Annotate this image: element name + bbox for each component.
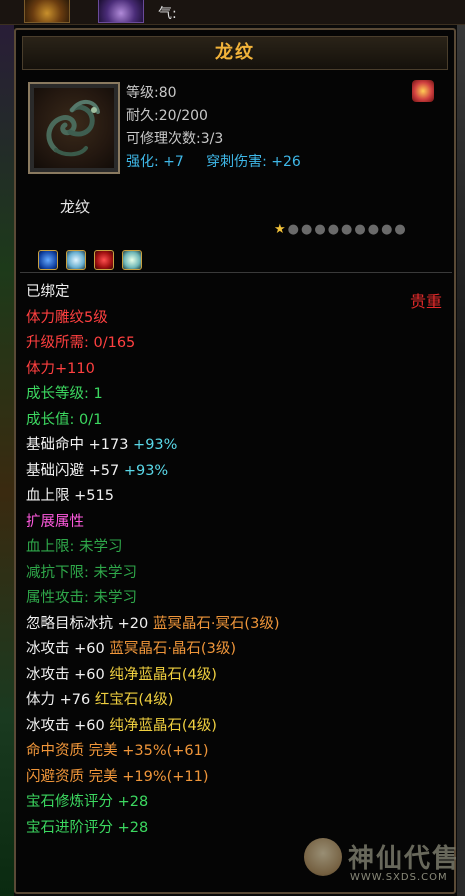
item-icon-frame (28, 82, 120, 174)
attribute-row: 成长等级: 1 (26, 382, 446, 408)
star-rating: ★●●●●●●●●● (274, 222, 408, 237)
star-empty-icon: ● (367, 222, 382, 237)
attribute-text: 冰攻击 +60 (26, 717, 105, 734)
attribute-row: 基础命中 +173 +93% (26, 433, 446, 459)
attribute-row: 冰攻击 +60 纯净蓝晶石(4级) (26, 663, 446, 689)
attribute-extra: +93% (119, 462, 169, 479)
red-gem-icon[interactable] (94, 250, 115, 270)
attribute-text: 成长等级: 1 (26, 386, 103, 402)
mascot-logo-icon (304, 838, 342, 876)
attribute-text: 宝石进阶评分 +28 (26, 819, 149, 836)
skill-icon[interactable] (24, 0, 70, 23)
attribute-extra: +19%(+11) (117, 768, 209, 785)
attribute-row: 已绑定 (26, 280, 446, 306)
attribute-row: 体力雕纹5级 (26, 306, 446, 332)
star-empty-icon: ● (394, 222, 408, 237)
attribute-row: 体力 +76 红宝石(4级) (26, 688, 446, 714)
blue-gem-icon[interactable] (38, 250, 58, 270)
attribute-row: 升级所需: 0/165 (26, 331, 446, 357)
divider (20, 272, 452, 273)
item-header: 等级:80 耐久:20/200 可修理次数:3/3 强化: +7 穿刺伤害: +… (22, 72, 448, 311)
level-text: 等级:80 (126, 85, 177, 101)
attribute-extra: 纯净蓝晶石(4级) (104, 717, 217, 734)
enhance-value: +7 (163, 154, 184, 170)
qi-label: 气: (158, 6, 177, 22)
top-bar: 气: (0, 0, 465, 25)
watermark-brand: 神仙代售 (348, 844, 461, 874)
attribute-text: 升级所需: 0/165 (26, 335, 136, 351)
watermark-url: WWW.SXDS.COM (350, 872, 448, 883)
star-empty-icon: ● (341, 222, 355, 237)
item-subname: 龙纹 (60, 198, 91, 216)
durability-text: 耐久:20/200 (126, 108, 208, 124)
attribute-extra: +93% (128, 437, 178, 453)
attribute-row: 基础闪避 +57 +93% (26, 459, 446, 485)
attribute-row: 血上限: 未学习 (26, 535, 446, 561)
repair-count-text: 可修理次数:3/3 (126, 131, 224, 147)
item-tooltip: 龙纹 等级:80 耐久:20/200 可修理次数:3/3 强化: +7 穿刺伤害… (14, 28, 456, 894)
gem-slots (38, 250, 145, 274)
attribute-list: 已绑定体力雕纹5级升级所需: 0/165 体力+110 成长等级: 1 成长值: 0/… (26, 280, 446, 841)
attribute-row: 闪避资质 完美 +19%(+11) (26, 765, 446, 791)
attribute-row: 命中资质 完美 +35%(+61) (26, 739, 446, 765)
attribute-text: 血上限 +515 (26, 488, 114, 504)
attribute-text: 基础闪避 +57 (26, 462, 120, 479)
attribute-row: 血上限 +515 (26, 484, 446, 510)
item-base-stats: 等级:80 耐久:20/200 可修理次数:3/3 强化: +7 穿刺伤害: +… (126, 82, 301, 174)
attribute-row: 忽略目标冰抗 +20 蓝冥晶石·冥石(3级) (26, 612, 446, 638)
attribute-text: 血上限: 未学习 (26, 539, 123, 555)
star-empty-icon: ● (354, 222, 368, 237)
attribute-text: 命中资质 完美 (26, 743, 118, 759)
enhance-label: 强化: (126, 154, 159, 170)
watermark: 神仙代售 WWW.SXDS.COM (300, 832, 460, 892)
white-gem-icon[interactable] (122, 250, 143, 270)
item-title: 龙纹 (22, 36, 448, 70)
attribute-extra: 纯净蓝晶石(4级) (104, 666, 217, 683)
attribute-row: 减抗下限: 未学习 (26, 561, 446, 587)
attribute-text: 冰攻击 +60 (26, 641, 105, 657)
skill-icon[interactable] (98, 0, 144, 23)
attribute-text: 已绑定 (26, 284, 70, 300)
star-empty-icon: ● (287, 222, 301, 237)
enhance-row: 强化: +7 穿刺伤害: +26 (126, 151, 301, 174)
attribute-text: 减抗下限: 未学习 (26, 564, 137, 581)
item-type-icon (412, 80, 434, 102)
attribute-extra: +35%(+61) (117, 743, 209, 759)
star-empty-icon: ● (327, 222, 342, 237)
attribute-row: 扩展属性 (26, 510, 446, 536)
attribute-row: 冰攻击 +60 蓝冥晶石·晶石(3级) (26, 637, 446, 663)
attribute-row: 属性攻击: 未学习 (26, 586, 446, 612)
attribute-row: 体力+110 (26, 357, 446, 383)
dragon-icon (34, 88, 114, 168)
game-background-right (457, 0, 465, 896)
attribute-text: 体力+110 (26, 360, 95, 377)
attribute-row: 宝石修炼评分 +28 (26, 790, 446, 816)
attribute-row: 成长值: 0/1 (26, 408, 446, 434)
attribute-text: 忽略目标冰抗 +20 (26, 615, 149, 632)
attribute-text: 扩展属性 (26, 513, 84, 530)
attribute-text: 宝石修炼评分 +28 (26, 794, 149, 810)
attribute-extra: 蓝冥晶石·晶石(3级) (104, 641, 236, 657)
attribute-text: 体力 +76 (26, 692, 91, 708)
attribute-text: 冰攻击 +60 (26, 666, 105, 683)
pierce-value: +26 (271, 154, 301, 170)
star-empty-icon: ● (314, 222, 328, 237)
star-empty-icon: ● (301, 222, 315, 237)
star-empty-icon: ● (381, 222, 395, 237)
attribute-text: 体力雕纹5级 (26, 309, 108, 326)
star-filled-icon: ★ (274, 222, 288, 237)
attribute-text: 属性攻击: 未学习 (26, 590, 137, 606)
attribute-text: 成长值: 0/1 (26, 411, 103, 428)
attribute-row: 冰攻击 +60 纯净蓝晶石(4级) (26, 714, 446, 740)
white-gem-icon[interactable] (66, 250, 87, 270)
attribute-text: 闪避资质 完美 (26, 768, 118, 785)
game-background-left (0, 0, 14, 896)
pierce-label: 穿刺伤害: (206, 154, 267, 170)
attribute-text: 基础命中 +173 (26, 437, 129, 453)
attribute-extra: 红宝石(4级) (90, 692, 174, 708)
attribute-extra: 蓝冥晶石·冥石(3级) (148, 615, 280, 632)
